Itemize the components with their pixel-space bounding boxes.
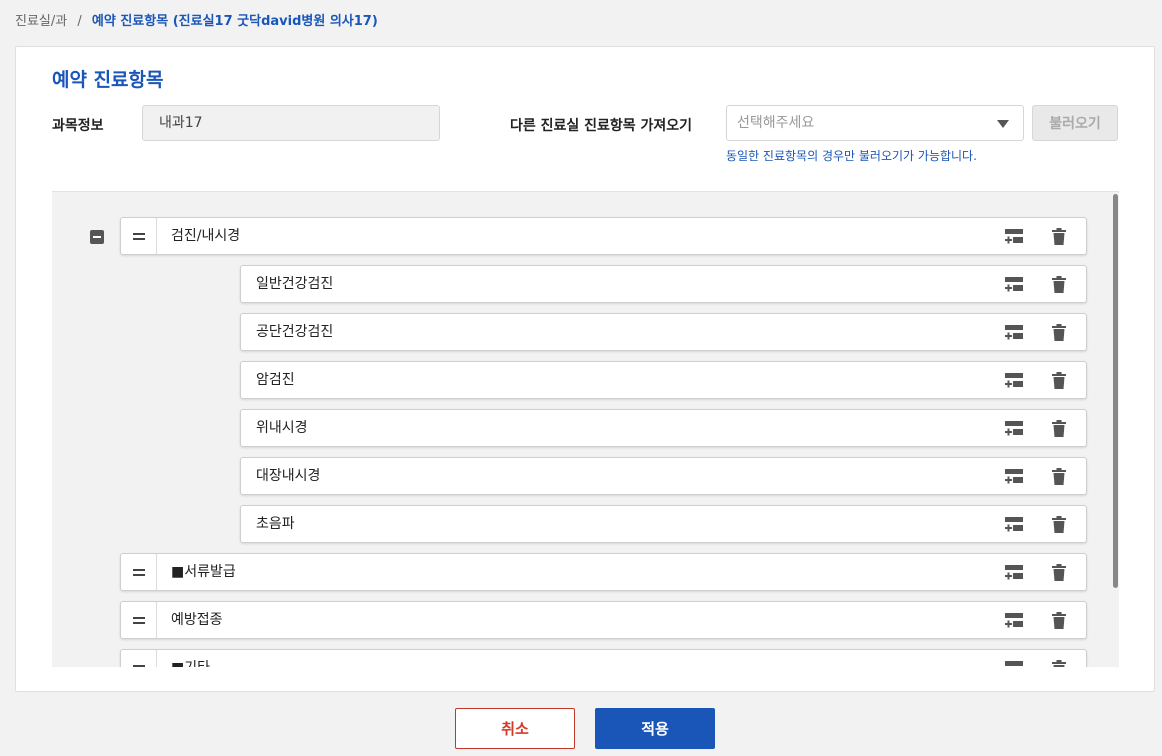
trash-icon[interactable] bbox=[1052, 516, 1066, 533]
load-button[interactable]: 불러오기 bbox=[1032, 105, 1118, 141]
trash-icon[interactable] bbox=[1052, 612, 1066, 629]
tree-row-label: 암검진 bbox=[256, 372, 295, 388]
trash-icon[interactable] bbox=[1052, 372, 1066, 389]
tree-row-label: ■서류발급 bbox=[171, 564, 236, 580]
import-hint: 동일한 진료항목의 경우만 불러오기가 가능합니다. bbox=[726, 149, 977, 163]
tree-item-row[interactable]: 위내시경 bbox=[240, 409, 1087, 447]
drag-handle-icon[interactable] bbox=[121, 218, 157, 254]
tree-category-row[interactable]: ■서류발급 bbox=[120, 553, 1087, 591]
tree-row-label: 위내시경 bbox=[256, 420, 308, 436]
tree-item-row[interactable]: 암검진 bbox=[240, 361, 1087, 399]
tree-category-row[interactable]: ■기타 bbox=[120, 649, 1087, 667]
add-subitem-icon[interactable] bbox=[1005, 661, 1023, 667]
add-subitem-icon[interactable] bbox=[1005, 517, 1023, 533]
tree-row-label: 공단건강검진 bbox=[256, 324, 334, 340]
trash-icon[interactable] bbox=[1052, 660, 1066, 667]
clinic-select-placeholder: 선택해주세요 bbox=[737, 115, 815, 131]
scrollbar[interactable] bbox=[1113, 194, 1118, 588]
drag-handle-icon[interactable] bbox=[121, 602, 157, 638]
add-subitem-icon[interactable] bbox=[1005, 421, 1023, 437]
breadcrumb-current: 예약 진료항목 (진료실17 굿닥david병원 의사17) bbox=[91, 14, 378, 29]
import-label: 다른 진료실 진료항목 가져오기 bbox=[510, 118, 693, 134]
trash-icon[interactable] bbox=[1052, 468, 1066, 485]
tree-item-row[interactable]: 일반건강검진 bbox=[240, 265, 1087, 303]
tree-row-label: 검진/내시경 bbox=[171, 228, 241, 244]
reservation-items-panel: 예약 진료항목 과목정보 내과17 다른 진료실 진료항목 가져오기 선택해주세… bbox=[15, 46, 1155, 692]
add-subitem-icon[interactable] bbox=[1005, 565, 1023, 581]
tree-category-row[interactable]: 예방접종 bbox=[120, 601, 1087, 639]
trash-icon[interactable] bbox=[1052, 420, 1066, 437]
trash-icon[interactable] bbox=[1052, 228, 1066, 245]
add-subitem-icon[interactable] bbox=[1005, 325, 1023, 341]
tree-item-row[interactable]: 공단건강검진 bbox=[240, 313, 1087, 351]
dept-field: 내과17 bbox=[142, 105, 440, 141]
trash-icon[interactable] bbox=[1052, 276, 1066, 293]
add-subitem-icon[interactable] bbox=[1005, 613, 1023, 629]
minus-square-icon[interactable] bbox=[90, 230, 104, 244]
breadcrumb-parent[interactable]: 진료실/과 bbox=[15, 14, 67, 29]
item-tree: 검진/내시경일반건강검진공단건강검진암검진위내시경대장내시경초음파 ■서류발급예방… bbox=[52, 191, 1119, 667]
drag-handle-icon[interactable] bbox=[121, 554, 157, 590]
trash-icon[interactable] bbox=[1052, 324, 1066, 341]
chevron-down-icon bbox=[997, 120, 1009, 128]
clinic-select[interactable]: 선택해주세요 bbox=[726, 105, 1024, 141]
cancel-button[interactable]: 취소 bbox=[455, 708, 575, 749]
page-title: 예약 진료항목 bbox=[52, 69, 164, 91]
add-subitem-icon[interactable] bbox=[1005, 277, 1023, 293]
add-subitem-icon[interactable] bbox=[1005, 229, 1023, 245]
drag-handle-icon[interactable] bbox=[121, 650, 157, 667]
tree-row-label: 초음파 bbox=[256, 516, 295, 532]
breadcrumb: 진료실/과 / 예약 진료항목 (진료실17 굿닥david병원 의사17) bbox=[15, 10, 378, 29]
apply-button[interactable]: 적용 bbox=[595, 708, 715, 749]
add-subitem-icon[interactable] bbox=[1005, 373, 1023, 389]
tree-row-label: ■기타 bbox=[171, 650, 210, 667]
trash-icon[interactable] bbox=[1052, 564, 1066, 581]
tree-item-row[interactable]: 초음파 bbox=[240, 505, 1087, 543]
dept-label: 과목정보 bbox=[52, 118, 104, 134]
tree-row-label: 일반건강검진 bbox=[256, 276, 334, 292]
tree-row-label: 예방접종 bbox=[171, 612, 223, 628]
tree-item-row[interactable]: 대장내시경 bbox=[240, 457, 1087, 495]
tree-row-label: 대장내시경 bbox=[256, 468, 321, 484]
breadcrumb-separator: / bbox=[77, 14, 82, 29]
tree-category-row[interactable]: 검진/내시경 bbox=[120, 217, 1087, 255]
add-subitem-icon[interactable] bbox=[1005, 469, 1023, 485]
